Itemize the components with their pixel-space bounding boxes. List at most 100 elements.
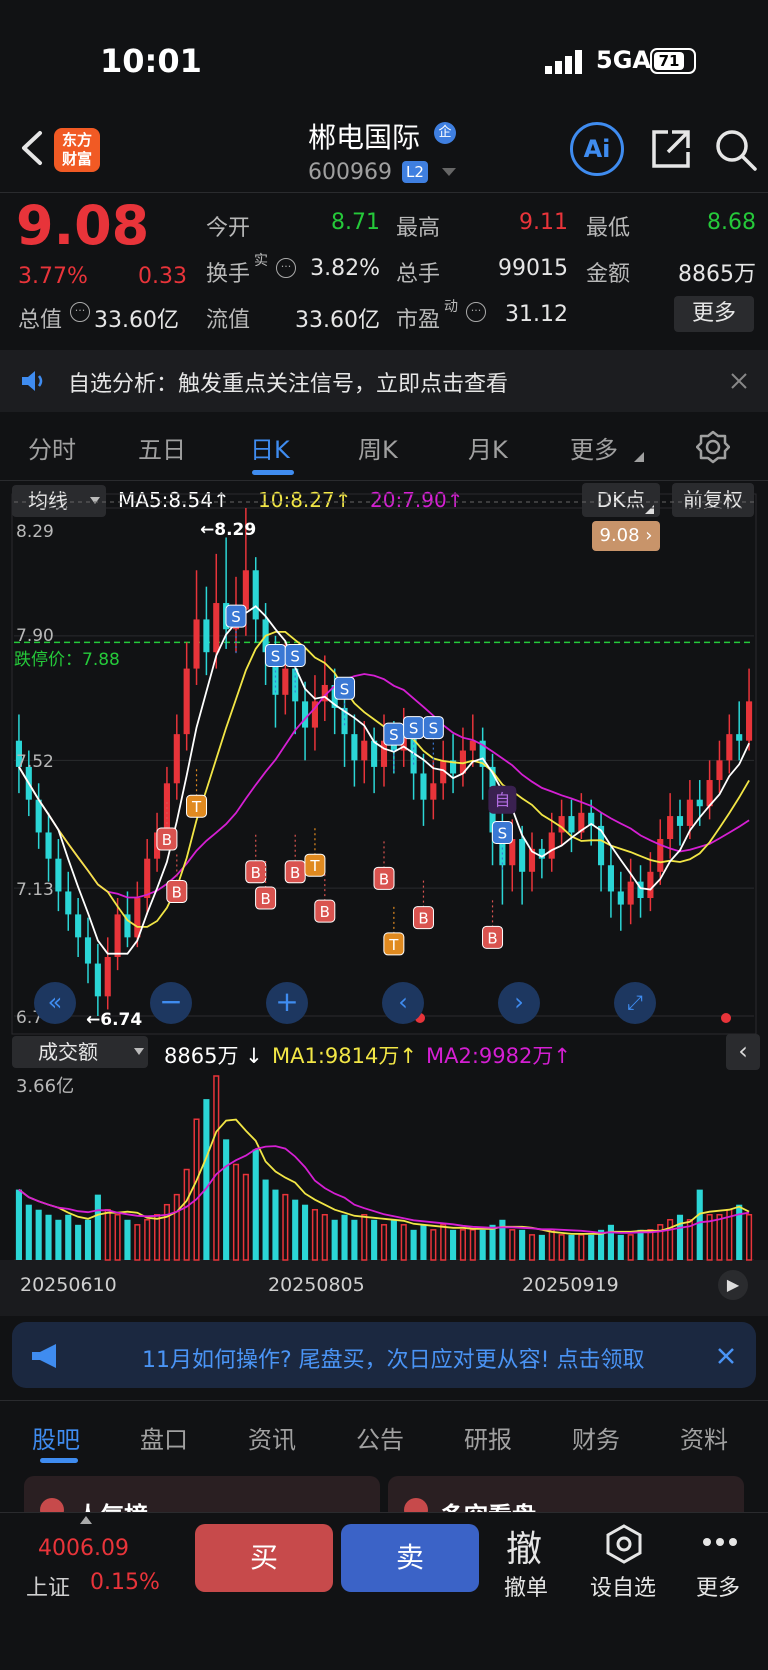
volume-bar <box>716 1214 723 1261</box>
buy-button[interactable]: 买 <box>195 1524 333 1592</box>
tab-announcement[interactable]: 公告 <box>356 1420 404 1455</box>
volume-bar <box>94 1194 101 1260</box>
share-icon[interactable] <box>650 128 692 170</box>
candle-body <box>726 734 733 761</box>
volume-bar <box>55 1219 62 1260</box>
turnover-sup: 实 <box>254 253 268 269</box>
candle-body <box>94 963 101 997</box>
volume-bar <box>35 1209 42 1260</box>
ai-button[interactable]: Ai <box>570 122 624 176</box>
low-value: 8.68 <box>707 210 756 235</box>
banner-close-icon[interactable] <box>716 1346 736 1366</box>
cancel-icon[interactable]: 撤 <box>506 1520 542 1572</box>
volume-bar <box>538 1234 545 1260</box>
tab-profile[interactable]: 资料 <box>680 1420 728 1455</box>
tab-more-caret-icon <box>634 452 644 462</box>
search-icon[interactable] <box>714 128 758 172</box>
volume-bar <box>302 1204 309 1260</box>
change-percent: 3.77% <box>18 264 88 289</box>
candle-body <box>252 570 259 620</box>
volume-bar <box>104 1208 111 1261</box>
cancel-order-button[interactable]: 撤单 <box>504 1570 548 1602</box>
volume-bar <box>134 1224 141 1261</box>
code-dropdown-icon[interactable] <box>442 168 456 178</box>
vol-ma2-value: MA2:9982万 <box>426 1044 554 1068</box>
candle-body <box>75 914 82 938</box>
pe-label: 市盈 <box>396 308 441 333</box>
add-watchlist-icon[interactable] <box>604 1524 644 1564</box>
index-value[interactable]: 4006.09 <box>38 1536 129 1561</box>
collapse-panel-button[interactable]: ‹ <box>726 1034 760 1070</box>
zoom-in-button[interactable]: + <box>266 982 308 1024</box>
fullscreen-button[interactable]: ⤢ <box>614 982 656 1024</box>
tab-news[interactable]: 资讯 <box>248 1420 296 1455</box>
y-label-1: 8.29 <box>16 522 54 542</box>
level2-badge[interactable]: L2 <box>402 161 428 183</box>
volume-selector[interactable]: 成交额 <box>12 1036 148 1068</box>
pe-sup: 动 <box>444 299 458 315</box>
back-icon[interactable] <box>18 130 48 166</box>
turnover-value: 3.82% <box>310 256 380 281</box>
mcap-value: 33.60亿 <box>94 308 179 333</box>
tab-five-day[interactable]: 五日 <box>138 430 186 465</box>
alert-text[interactable]: 自选分析：触发重点关注信号，立即点击查看 <box>68 366 508 398</box>
volume-bar <box>450 1229 457 1260</box>
kline-chart[interactable]: BBBBBBBBBSS SSS S SSTTT自 <box>0 486 768 1316</box>
volume-bar <box>607 1224 614 1260</box>
volume-bar <box>163 1203 170 1261</box>
tab-research[interactable]: 研报 <box>464 1420 512 1455</box>
candle-body <box>617 891 624 905</box>
tab-finance[interactable]: 财务 <box>572 1420 620 1455</box>
candle-body <box>84 937 92 964</box>
price-tag[interactable]: 9.08 › <box>592 521 660 551</box>
volume-bar <box>341 1214 348 1260</box>
buy-signal-marker-label: B <box>172 883 182 901</box>
add-watchlist-button[interactable]: 设自选 <box>590 1570 656 1602</box>
volume-bar <box>736 1204 743 1260</box>
footer-more-button[interactable]: 更多 <box>696 1570 740 1602</box>
candle-body <box>676 816 684 826</box>
zoom-out-button[interactable]: − <box>150 982 192 1024</box>
amount-label: 金额 <box>586 262 631 287</box>
index-percent[interactable]: 0.15% <box>90 1570 160 1595</box>
limit-down-label: 跌停价：7.88 <box>14 645 120 670</box>
more-dots-icon[interactable] <box>702 1536 738 1548</box>
promo-text[interactable]: 11月如何操作? 尾盘买，次日应对更从容! 点击领取 <box>142 1342 700 1374</box>
tab-pankou[interactable]: 盘口 <box>140 1420 188 1455</box>
volume-y-label: 3.66亿 <box>16 1076 75 1097</box>
index-name[interactable]: 上证 <box>26 1570 70 1602</box>
more-info-icon[interactable]: ··· <box>70 302 90 322</box>
status-time: 10:01 <box>100 42 202 80</box>
tab-guba[interactable]: 股吧 <box>32 1420 80 1455</box>
x-label-1: 20250610 <box>20 1274 117 1296</box>
volume-bar <box>568 1234 575 1260</box>
open-value: 8.71 <box>331 210 380 235</box>
close-icon[interactable] <box>730 372 748 390</box>
volume-bar <box>479 1229 486 1260</box>
battery-icon: 71 <box>650 48 696 74</box>
volume-bar <box>272 1189 279 1260</box>
scroll-fast-left-button[interactable]: « <box>34 982 76 1024</box>
tab-more[interactable]: 更多 <box>570 430 618 465</box>
more-quote-button[interactable]: 更多 <box>674 296 754 332</box>
tab-daily[interactable]: 日K <box>250 430 290 465</box>
volume-bar <box>114 1214 121 1261</box>
buy-signal-marker-label: B <box>260 890 270 908</box>
stock-name: 郴电国际 <box>308 121 421 154</box>
volume-bar <box>232 1163 240 1261</box>
float-value: 33.60亿 <box>295 308 380 333</box>
volume-caret-icon <box>134 1048 144 1055</box>
tab-intraday[interactable]: 分时 <box>28 430 76 465</box>
pe-info-icon[interactable]: ··· <box>466 302 486 322</box>
volume-bar <box>242 1173 249 1261</box>
scroll-right-button[interactable]: › <box>498 982 540 1024</box>
tab-weekly[interactable]: 周K <box>358 430 398 465</box>
play-button[interactable]: ▶ <box>718 1270 748 1300</box>
candle-body <box>469 740 476 751</box>
gear-icon[interactable] <box>696 430 730 464</box>
volume-bar <box>548 1229 555 1261</box>
buy-signal-marker-label: B <box>162 831 172 849</box>
sell-button[interactable]: 卖 <box>341 1524 479 1592</box>
tab-monthly[interactable]: 月K <box>468 430 508 465</box>
scroll-left-button[interactable]: ‹ <box>382 982 424 1024</box>
